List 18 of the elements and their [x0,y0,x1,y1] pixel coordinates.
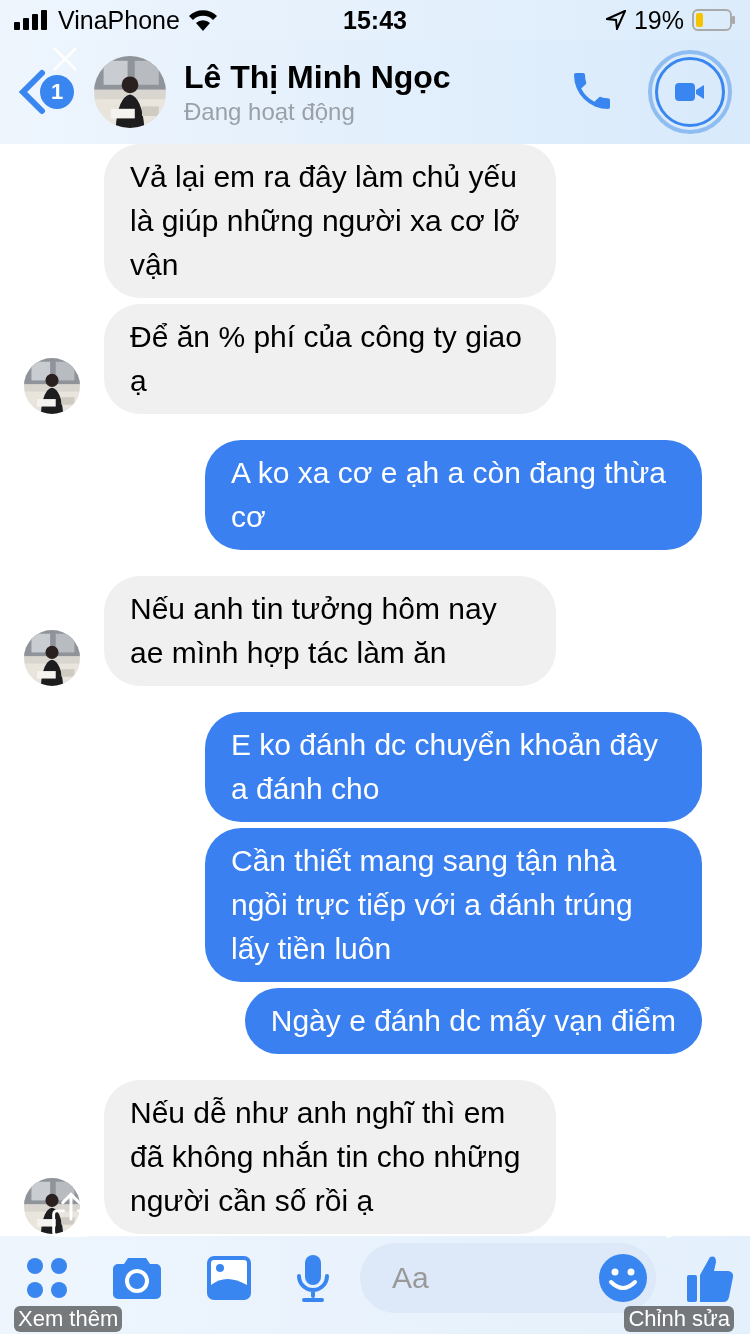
contact-name: Lê Thị Minh Ngọc [184,58,452,96]
message-bubble: Ngày e đánh dc mấy vạn điểm [244,988,702,1054]
active-status: Đang hoạt động [184,97,356,126]
carrier-name: VinaPhone [58,5,180,35]
text-input[interactable]: Aa [390,1260,590,1296]
message-bubble: Cần thiết mang sang tận nhà ngồi trực tiếp với a đánh trúng lấy tiền luôn [205,828,702,982]
more-label[interactable]: Xem thêm [14,1306,123,1332]
message-bubble: E ko đánh dc chuyển khoản đây a đánh cho [205,712,702,822]
message-bubble: A ko xa cơ e ạh a còn đang thừa cơ [205,440,702,550]
edit-label[interactable]: Chỉnh sửa [624,1306,734,1332]
message-bubble: Nếu dễ như anh nghĩ thì em đã không nhắn tin cho những người cần số rồi ạ [104,1080,556,1234]
battery-percent: 19% [633,5,684,35]
message-bubble: Để ăn % phí của công ty giao ạ [104,304,556,414]
unread-badge: 1 [40,75,74,109]
message-bubble: Vả lại em ra đây làm chủ yếu là giúp những người xa cơ lỡ vận [104,144,556,298]
back-button[interactable]: 1 [18,69,74,115]
clock: 15:43 [343,5,407,35]
message-bubble: Nếu anh tin tưởng hôm nay ae mình hợp tác làm ăn [104,576,556,686]
